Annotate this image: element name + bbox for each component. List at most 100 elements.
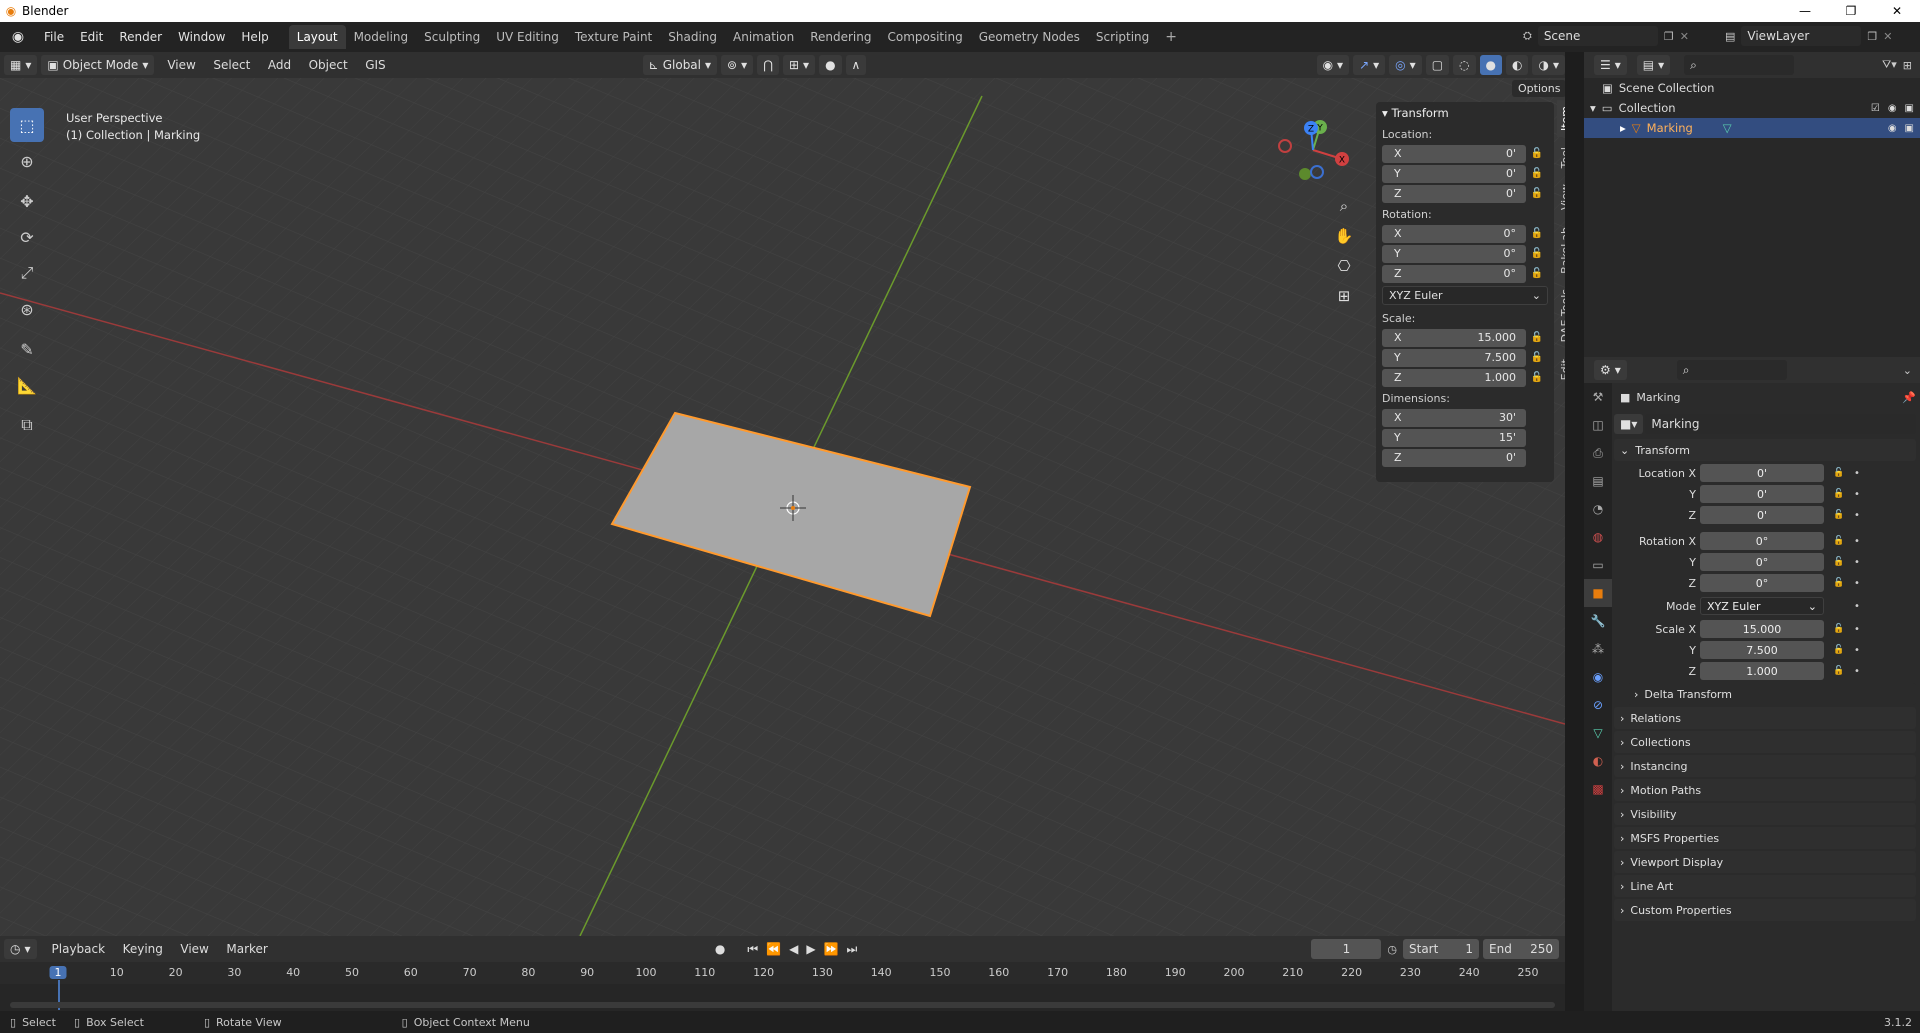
expand-icon[interactable]: ▸ bbox=[1620, 121, 1626, 135]
object-mode-dropdown[interactable]: ▣ Object Mode ▾ bbox=[41, 55, 155, 75]
panel-custom-properties[interactable]: › Custom Properties bbox=[1614, 899, 1916, 921]
keyframe-dot-icon[interactable]: • bbox=[1854, 578, 1860, 589]
menu-edit[interactable]: Edit bbox=[72, 30, 111, 44]
tab-scripting[interactable]: Scripting bbox=[1088, 25, 1157, 49]
snap-toggle[interactable]: ⋂ bbox=[757, 55, 779, 75]
keyframe-dot-icon[interactable]: • bbox=[1854, 601, 1860, 612]
panel-viewport-display[interactable]: › Viewport Display bbox=[1614, 851, 1916, 873]
viewlayer-field[interactable]: ViewLayer bbox=[1741, 26, 1862, 46]
camera-icon[interactable]: ▣ bbox=[1905, 103, 1914, 114]
dimension-x-field[interactable]: X 30' bbox=[1382, 408, 1526, 427]
viewlayer-selector[interactable]: ▤ ViewLayer ❐ ✕ bbox=[1725, 25, 1915, 47]
keyframe-dot-icon[interactable]: • bbox=[1854, 645, 1860, 656]
timeline-scrollbar[interactable] bbox=[10, 1002, 1555, 1008]
object-datablock-browse[interactable]: ■▾ bbox=[1614, 414, 1644, 434]
location-y-field[interactable]: Y 0' bbox=[1382, 164, 1526, 183]
prop-rotation-z-field[interactable]: 0° bbox=[1700, 574, 1824, 592]
modifier-tab-icon[interactable]: 🔧 bbox=[1584, 607, 1612, 635]
prop-location-x-field[interactable]: 0' bbox=[1700, 464, 1824, 482]
tab-animation[interactable]: Animation bbox=[725, 25, 802, 49]
tab-shading[interactable]: Shading bbox=[660, 25, 725, 49]
dimension-y-field[interactable]: Y 15' bbox=[1382, 428, 1526, 447]
record-icon[interactable]: ● bbox=[715, 942, 725, 957]
sidebar-tab-edit[interactable]: Edit bbox=[1557, 353, 1565, 386]
delta-transform-header[interactable]: › Delta Transform bbox=[1628, 683, 1916, 705]
tab-texture-paint[interactable]: Texture Paint bbox=[567, 25, 660, 49]
close-button[interactable]: ✕ bbox=[1874, 0, 1920, 22]
outliner-collection[interactable]: ▾ ▭ Collection ☑ ◉ ▣ bbox=[1584, 98, 1920, 118]
gizmo-neg-z-icon[interactable] bbox=[1310, 165, 1324, 179]
tab-uv-editing[interactable]: UV Editing bbox=[488, 25, 567, 49]
jump-end-icon[interactable]: ⏭ bbox=[847, 942, 858, 957]
lock-icon[interactable]: 🔓 bbox=[1526, 352, 1548, 363]
timeline-menu-playback[interactable]: Playback bbox=[45, 942, 113, 956]
play-icon[interactable]: ▶ bbox=[806, 942, 815, 957]
keyframe-dot-icon[interactable]: • bbox=[1854, 557, 1860, 568]
navigation-gizmo[interactable]: X Y Z bbox=[1265, 118, 1355, 188]
rotation-x-field[interactable]: X 0° bbox=[1382, 224, 1526, 243]
shading-rendered[interactable]: ◑ ▾ bbox=[1532, 55, 1565, 75]
overlay-toggle[interactable]: ◎ ▾ bbox=[1389, 55, 1422, 75]
dimension-z-field[interactable]: Z 0' bbox=[1382, 448, 1526, 467]
render-tab-icon[interactable]: ◫ bbox=[1584, 411, 1612, 439]
move-icon[interactable]: ✥ bbox=[10, 184, 44, 218]
panel-collections[interactable]: › Collections bbox=[1614, 731, 1916, 753]
prop-rotation-y-field[interactable]: 0° bbox=[1700, 553, 1824, 571]
restore-button[interactable]: ❐ bbox=[1828, 0, 1874, 22]
tab-rendering[interactable]: Rendering bbox=[802, 25, 879, 49]
cursor-icon[interactable]: ⊕ bbox=[10, 144, 44, 178]
scale-z-field[interactable]: Z 1.000 bbox=[1382, 368, 1526, 387]
lock-icon[interactable]: 🔓 bbox=[1824, 510, 1854, 520]
scale-y-field[interactable]: Y 7.500 bbox=[1382, 348, 1526, 367]
pan-hand-icon[interactable]: ✋ bbox=[1330, 222, 1358, 250]
particles-tab-icon[interactable]: ⁂ bbox=[1584, 635, 1612, 663]
zoom-icon[interactable]: ⌕ bbox=[1330, 192, 1358, 220]
object-tab-icon[interactable]: ■ bbox=[1584, 579, 1612, 607]
lock-icon[interactable]: 🔓 bbox=[1526, 188, 1548, 199]
transform-panel-header[interactable]: ⌄ Transform bbox=[1614, 439, 1916, 461]
rotation-y-field[interactable]: Y 0° bbox=[1382, 244, 1526, 263]
prop-scale-z-field[interactable]: 1.000 bbox=[1700, 662, 1824, 680]
shading-wireframe[interactable]: ◌ bbox=[1453, 55, 1476, 75]
panel-relations[interactable]: › Relations bbox=[1614, 707, 1916, 729]
physics-tab-icon[interactable]: ◉ bbox=[1584, 663, 1612, 691]
blender-menu-icon[interactable]: ◉ bbox=[0, 29, 36, 45]
keyframe-dot-icon[interactable]: • bbox=[1854, 468, 1860, 479]
outliner-marking-row[interactable]: ▸ ▽ Marking ▽ ◉ ▣ bbox=[1584, 118, 1920, 138]
lock-icon[interactable]: 🔓 bbox=[1824, 489, 1854, 499]
lock-icon[interactable]: 🔓 bbox=[1824, 557, 1854, 567]
vp-menu-view[interactable]: View bbox=[160, 58, 202, 72]
add-cube-icon[interactable]: ⧉ bbox=[10, 408, 44, 442]
lock-icon[interactable]: 🔓 bbox=[1526, 168, 1548, 179]
lock-icon[interactable]: 🔓 bbox=[1526, 332, 1548, 343]
3d-viewport[interactable]: User Perspective (1) Collection | Markin… bbox=[0, 78, 1565, 936]
location-z-field[interactable]: Z 0' bbox=[1382, 184, 1526, 203]
vp-menu-gis[interactable]: GIS bbox=[358, 58, 392, 72]
timeline-menu-marker[interactable]: Marker bbox=[219, 942, 274, 956]
remove-scene-icon[interactable]: ✕ bbox=[1680, 30, 1689, 43]
timeline-menu-keying[interactable]: Keying bbox=[116, 942, 170, 956]
new-collection-icon[interactable]: ⊞ bbox=[1903, 59, 1912, 72]
prop-scale-y-field[interactable]: 7.500 bbox=[1700, 641, 1824, 659]
current-frame-field[interactable]: 1 bbox=[1311, 939, 1382, 959]
keyframe-dot-icon[interactable]: • bbox=[1854, 510, 1860, 521]
properties-search-input[interactable]: ⌕ bbox=[1676, 360, 1787, 380]
sidebar-tab-item[interactable]: Item bbox=[1557, 100, 1565, 138]
sidebar-tab-view[interactable]: View bbox=[1557, 178, 1565, 216]
new-scene-icon[interactable]: ❐ bbox=[1664, 30, 1674, 43]
panel-line-art[interactable]: › Line Art bbox=[1614, 875, 1916, 897]
camera-icon[interactable]: ▣ bbox=[1905, 123, 1914, 134]
pivot-dropdown[interactable]: ⊚ ▾ bbox=[721, 55, 754, 75]
view-layer-tab-icon[interactable]: ▤ bbox=[1584, 467, 1612, 495]
jump-start-icon[interactable]: ⏮ bbox=[747, 942, 758, 957]
vp-menu-add[interactable]: Add bbox=[261, 58, 298, 72]
properties-editor-type-button[interactable]: ⚙ ▾ bbox=[1594, 360, 1627, 380]
gizmo-neg-x-icon[interactable] bbox=[1278, 139, 1292, 153]
gizmo-toggle[interactable]: ↗ ▾ bbox=[1353, 55, 1386, 75]
xray-toggle[interactable]: ▢ bbox=[1425, 55, 1450, 75]
tab-compositing[interactable]: Compositing bbox=[879, 25, 970, 49]
eye-icon[interactable]: ◉ bbox=[1888, 123, 1897, 134]
panel-instancing[interactable]: › Instancing bbox=[1614, 755, 1916, 777]
prop-scale-x-field[interactable]: 15.000 bbox=[1700, 620, 1824, 638]
start-frame-field[interactable]: Start 1 bbox=[1403, 939, 1479, 959]
